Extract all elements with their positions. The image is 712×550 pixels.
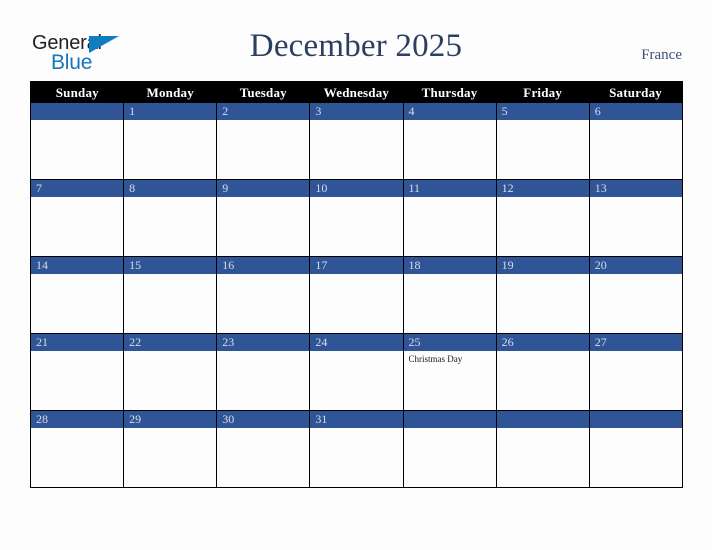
day-number: 17: [310, 257, 402, 274]
calendar-day-cell[interactable]: 19: [495, 256, 590, 334]
calendar-empty-cell: [402, 410, 497, 488]
day-number: 9: [217, 180, 309, 197]
page-header: General Blue December 2025 France: [0, 0, 712, 80]
weekday-header-tuesday: Tuesday: [216, 81, 310, 103]
calendar-day-cell[interactable]: 30: [216, 410, 311, 488]
calendar-day-cell[interactable]: 21: [29, 333, 125, 411]
calendar-day-cell[interactable]: 22: [123, 333, 218, 411]
calendar-empty-cell: [588, 410, 683, 488]
calendar-day-cell[interactable]: 18: [402, 256, 497, 334]
day-number: [404, 411, 496, 428]
weekday-header-friday: Friday: [496, 81, 590, 103]
calendar-day-cell[interactable]: 2: [216, 103, 311, 180]
calendar-empty-cell: [29, 103, 125, 180]
calendar-day-cell[interactable]: 23: [216, 333, 311, 411]
calendar-week-row: 21 22 23 24 25 Christmas Day 26 27: [29, 333, 683, 411]
day-number: 31: [310, 411, 402, 428]
country-label: France: [641, 47, 682, 63]
day-number: 22: [124, 334, 216, 351]
calendar-day-cell[interactable]: 12: [495, 179, 590, 257]
calendar-day-cell[interactable]: 13: [588, 179, 683, 257]
day-number: 15: [124, 257, 216, 274]
calendar-week-row: 28 29 30 31: [29, 410, 683, 488]
calendar-day-cell[interactable]: 16: [216, 256, 311, 334]
day-number: 24: [310, 334, 402, 351]
calendar-day-cell[interactable]: 27: [588, 333, 683, 411]
calendar-day-cell[interactable]: 5: [495, 103, 590, 180]
calendar-day-cell[interactable]: 6: [588, 103, 683, 180]
calendar-day-cell[interactable]: 31: [309, 410, 404, 488]
calendar-day-cell[interactable]: 24: [309, 333, 404, 411]
day-number: 18: [404, 257, 496, 274]
day-number: 23: [217, 334, 309, 351]
day-number: 5: [497, 103, 589, 120]
calendar-day-cell[interactable]: 1: [123, 103, 218, 180]
day-number: 13: [590, 180, 682, 197]
calendar-empty-cell: [495, 410, 590, 488]
calendar-table: Sunday Monday Tuesday Wednesday Thursday Frid…: [29, 81, 683, 488]
calendar-day-cell[interactable]: 11: [402, 179, 497, 257]
day-number: 26: [497, 334, 589, 351]
calendar-day-cell[interactable]: 15: [123, 256, 218, 334]
day-number: 16: [217, 257, 309, 274]
calendar-day-cell[interactable]: 8: [123, 179, 218, 257]
day-number: 11: [404, 180, 496, 197]
calendar-day-cell[interactable]: 4: [402, 103, 497, 180]
day-number: [590, 411, 682, 428]
day-number: 10: [310, 180, 402, 197]
page-title: December 2025: [249, 28, 463, 64]
day-number: 8: [124, 180, 216, 197]
day-number: 12: [497, 180, 589, 197]
calendar-day-cell[interactable]: 17: [309, 256, 404, 334]
day-number: 3: [310, 103, 402, 120]
calendar-day-cell[interactable]: 29: [123, 410, 218, 488]
calendar-day-cell[interactable]: 10: [309, 179, 404, 257]
day-number: 4: [404, 103, 496, 120]
weekday-header-sunday: Sunday: [30, 81, 124, 103]
day-number: 1: [124, 103, 216, 120]
calendar-day-cell[interactable]: 25 Christmas Day: [402, 333, 497, 411]
calendar-day-cell[interactable]: 26: [495, 333, 590, 411]
weekday-header-thursday: Thursday: [403, 81, 497, 103]
calendar-day-cell[interactable]: 7: [29, 179, 125, 257]
holiday-event: Christmas Day: [408, 354, 463, 364]
day-number: 21: [31, 334, 123, 351]
day-number: 7: [31, 180, 123, 197]
calendar-day-cell[interactable]: 20: [588, 256, 683, 334]
calendar-day-cell[interactable]: 14: [29, 256, 125, 334]
day-number: [31, 103, 123, 120]
calendar-week-row: 123456: [29, 103, 683, 180]
calendar-day-cell[interactable]: 28: [29, 410, 125, 488]
day-number: 25: [404, 334, 496, 351]
day-number: 28: [31, 411, 123, 428]
day-event-list: Christmas Day: [404, 351, 495, 365]
day-number: 19: [497, 257, 589, 274]
day-number: 27: [590, 334, 682, 351]
day-number: 29: [124, 411, 216, 428]
calendar-week-row: 14 15 16 17 18 19 20: [29, 256, 683, 334]
day-number: 2: [217, 103, 309, 120]
day-number: [497, 411, 589, 428]
day-number: 14: [31, 257, 123, 274]
calendar-day-cell[interactable]: 3: [309, 103, 404, 180]
weekday-header-wednesday: Wednesday: [309, 81, 403, 103]
calendar-header-row: Sunday Monday Tuesday Wednesday Thursday Frid…: [30, 81, 683, 103]
day-number: 6: [590, 103, 682, 120]
calendar-week-row: 7 8 9 10 11 12 13: [29, 179, 683, 257]
day-number: 20: [590, 257, 682, 274]
weekday-header-monday: Monday: [123, 81, 217, 103]
weekday-header-saturday: Saturday: [589, 81, 683, 103]
day-number: 30: [217, 411, 309, 428]
calendar-body: 1 2 3 4 5 6 7 8 9 10 11 12 13 14 15 16 17 18 19 20 21 22 23 24 2…: [29, 103, 683, 488]
calendar-day-cell[interactable]: 9: [216, 179, 311, 257]
calendar-container: Sunday Monday Tuesday Wednesday Thursday Frid…: [29, 81, 683, 488]
